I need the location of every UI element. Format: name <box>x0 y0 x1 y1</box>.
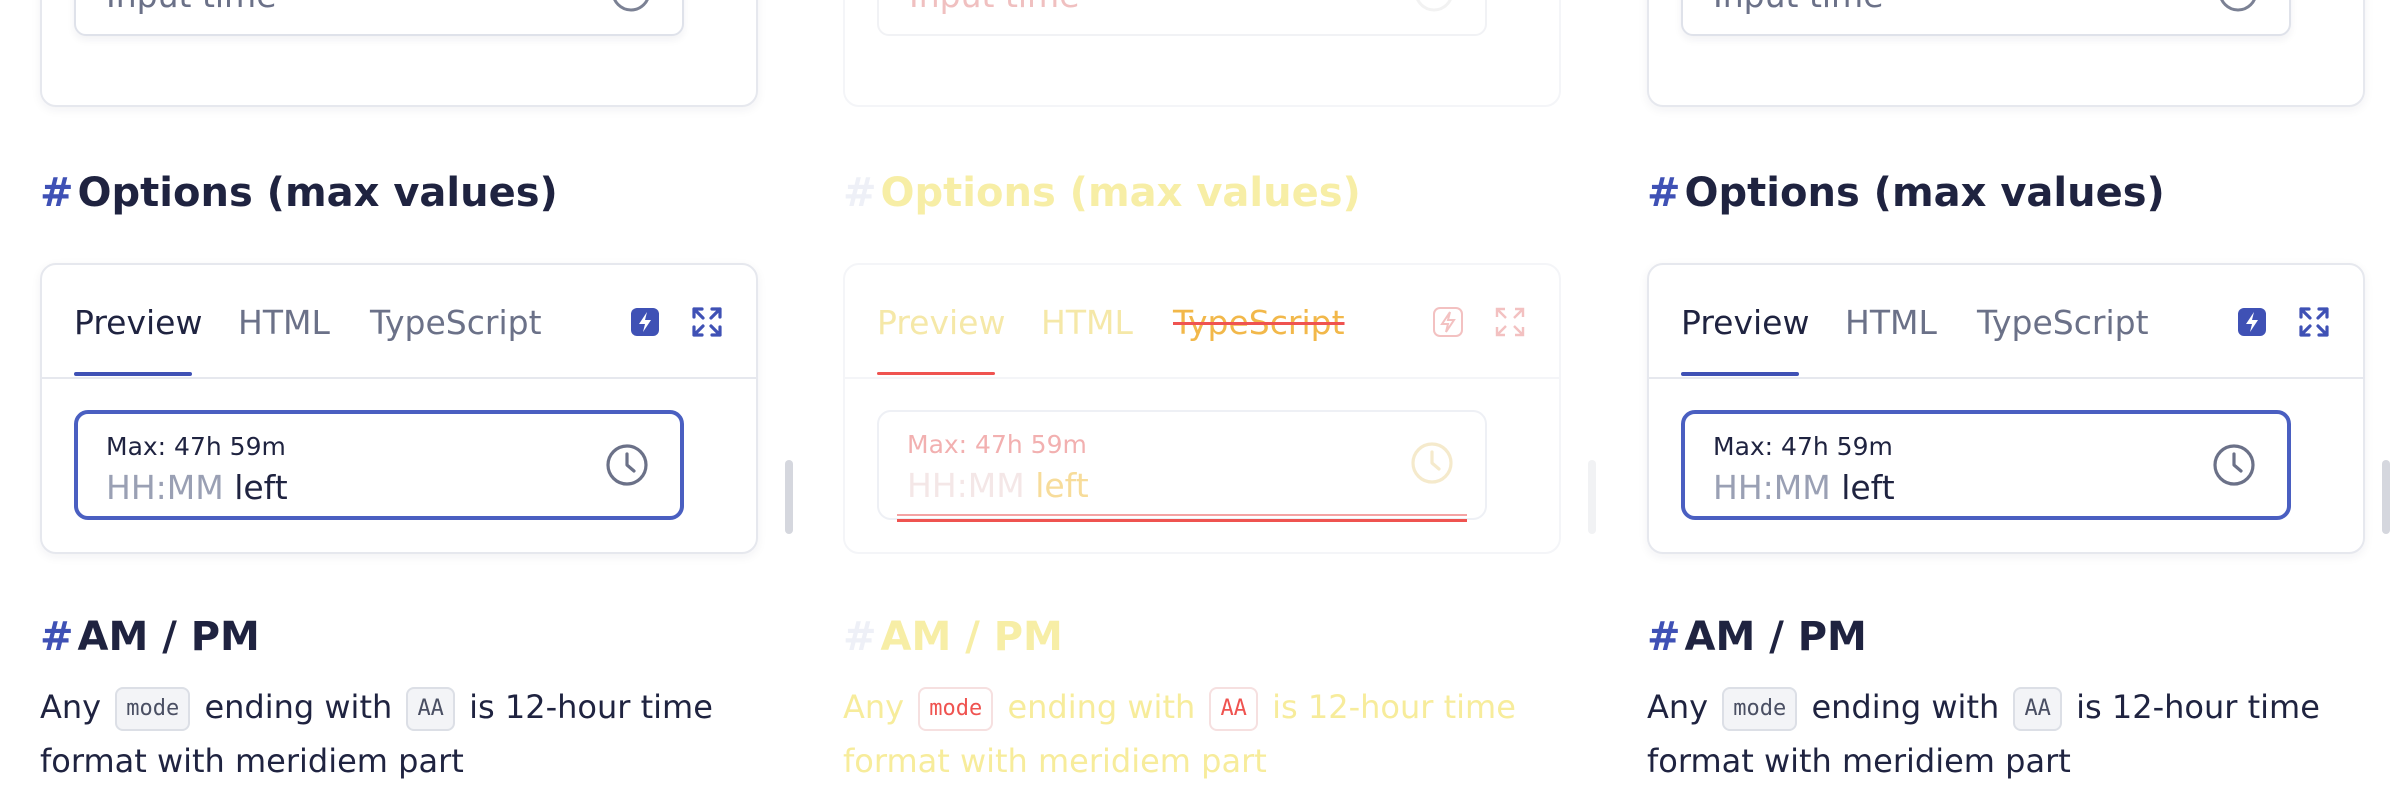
desc-text: Any <box>1647 688 1709 726</box>
options-heading: # Options (max values) <box>40 170 558 226</box>
scrollbar-thumb[interactable] <box>2382 460 2390 534</box>
max-time-input[interactable]: Max: 47h 59m HH:MM left <box>74 410 684 520</box>
desc-text: ending with <box>204 688 393 726</box>
demo-tabs: Preview HTML TypeScript <box>42 265 756 379</box>
max-time-input[interactable]: Max: 47h 59m HH:MM left <box>1681 410 2291 520</box>
demo-card: Preview HTML TypeScript Max: 47h 59m HH:… <box>1647 263 2365 554</box>
input-example-card: Input time <box>40 0 758 107</box>
check-circle-icon <box>2220 0 2256 12</box>
clock-icon <box>606 444 648 486</box>
panel-right: Input time #Options (max values) Preview… <box>1647 0 2400 800</box>
ampm-heading: # AM / PM <box>1647 614 1867 670</box>
diff-marker-line <box>897 519 1467 522</box>
code-aa: AA <box>1209 687 1258 731</box>
desc-text: Any <box>40 688 102 726</box>
check-circle-icon <box>613 0 649 12</box>
tab-preview[interactable]: Preview <box>1681 303 1809 342</box>
tab-preview[interactable]: Preview <box>74 303 202 342</box>
ampm-heading-text: AM / PM <box>880 614 1063 660</box>
ampm-description: Any mode ending with AA is 12-hour time … <box>1647 680 2367 788</box>
clock-icon <box>1411 442 1453 484</box>
time-input-field[interactable]: Input time <box>74 0 684 36</box>
check-circle-icon <box>1416 0 1452 12</box>
demo-tabs: Preview HTML TypeScript <box>845 265 1559 379</box>
ampm-heading-text: AM / PM <box>1684 614 1867 660</box>
time-input-placeholder: Input time <box>106 0 277 15</box>
tab-html[interactable]: HTML <box>1845 303 1937 342</box>
heading-anchor-link[interactable]: # <box>843 614 877 660</box>
code-aa: AA <box>2013 687 2062 731</box>
panel-diff: Input time #Options (max values) Preview… <box>843 0 1603 800</box>
tab-html[interactable]: HTML <box>238 303 330 342</box>
diff-marker-line <box>897 514 1467 516</box>
clock-icon <box>2213 444 2255 486</box>
expand-icon[interactable] <box>1493 305 1527 339</box>
heading-anchor-link[interactable]: # <box>40 170 74 216</box>
ampm-heading: # AM / PM <box>40 614 260 670</box>
time-suffix: left <box>234 468 288 507</box>
code-aa: AA <box>406 687 455 731</box>
desc-text: ending with <box>1007 688 1196 726</box>
expand-icon[interactable] <box>2297 305 2331 339</box>
time-value: HH:MM left <box>1713 468 1895 507</box>
code-mode: mode <box>115 687 191 731</box>
time-value: HH:MM left <box>907 466 1089 505</box>
time-suffix: left <box>1035 466 1089 505</box>
options-heading-text: Options (max values) <box>77 170 558 216</box>
max-time-label: Max: 47h 59m <box>1713 432 1893 461</box>
max-time-input[interactable]: Max: 47h 59m HH:MM left <box>877 410 1487 520</box>
ampm-heading-text: AM / PM <box>77 614 260 660</box>
tab-typescript[interactable]: TypeScript <box>1977 303 2149 342</box>
time-mask: HH:MM <box>907 466 1025 505</box>
ampm-description: Any mode ending with AA is 12-hour time … <box>843 680 1563 788</box>
active-tab-indicator <box>877 372 995 375</box>
time-input-field[interactable]: Input time <box>877 0 1487 36</box>
bolt-icon[interactable] <box>1431 305 1465 339</box>
desc-text: Any <box>843 688 905 726</box>
demo-tabs: Preview HTML TypeScript <box>1649 265 2363 379</box>
scrollbar-thumb[interactable] <box>785 460 793 534</box>
max-time-label: Max: 47h 59m <box>106 432 286 461</box>
max-time-label: Max: 47h 59m <box>907 430 1087 459</box>
demo-card: Preview HTML TypeScript Max: 47h 59m HH:… <box>843 263 1561 554</box>
tab-typescript[interactable]: TypeScript <box>370 303 542 342</box>
time-suffix: left <box>1841 468 1895 507</box>
active-tab-indicator <box>1681 372 1799 376</box>
options-heading-text: Options (max values) <box>880 170 1361 216</box>
input-example-card: Input time <box>1647 0 2365 107</box>
input-example-card: Input time <box>843 0 1561 107</box>
ampm-heading: # AM / PM <box>843 614 1063 670</box>
active-tab-indicator <box>74 372 192 376</box>
options-heading: # Options (max values) <box>1647 170 2165 226</box>
code-mode: mode <box>1722 687 1798 731</box>
desc-text: ending with <box>1811 688 2000 726</box>
heading-anchor-link[interactable]: # <box>843 170 877 216</box>
heading-anchor-link[interactable]: # <box>1647 614 1681 660</box>
time-value: HH:MM left <box>106 468 288 507</box>
tab-typescript[interactable]: TypeScript <box>1173 303 1345 342</box>
time-mask: HH:MM <box>1713 468 1831 507</box>
tab-preview[interactable]: Preview <box>877 303 1005 342</box>
time-input-placeholder: Input time <box>909 0 1080 15</box>
options-heading-text: Options (max values) <box>1684 170 2165 216</box>
bolt-icon[interactable] <box>2235 305 2269 339</box>
bolt-icon[interactable] <box>628 305 662 339</box>
time-input-placeholder: Input time <box>1713 0 1884 15</box>
options-heading: # Options (max values) <box>843 170 1361 226</box>
demo-card: Preview HTML TypeScript Max: 47h 59m HH:… <box>40 263 758 554</box>
code-mode: mode <box>918 687 994 731</box>
scrollbar-thumb[interactable] <box>1588 460 1596 534</box>
time-input-field[interactable]: Input time <box>1681 0 2291 36</box>
heading-anchor-link[interactable]: # <box>1647 170 1681 216</box>
panel-left: Input time #Options (max values) Preview… <box>40 0 800 800</box>
tab-html[interactable]: HTML <box>1041 303 1133 342</box>
time-mask: HH:MM <box>106 468 224 507</box>
ampm-description: Any mode ending with AA is 12-hour time … <box>40 680 760 788</box>
heading-anchor-link[interactable]: # <box>40 614 74 660</box>
expand-icon[interactable] <box>690 305 724 339</box>
